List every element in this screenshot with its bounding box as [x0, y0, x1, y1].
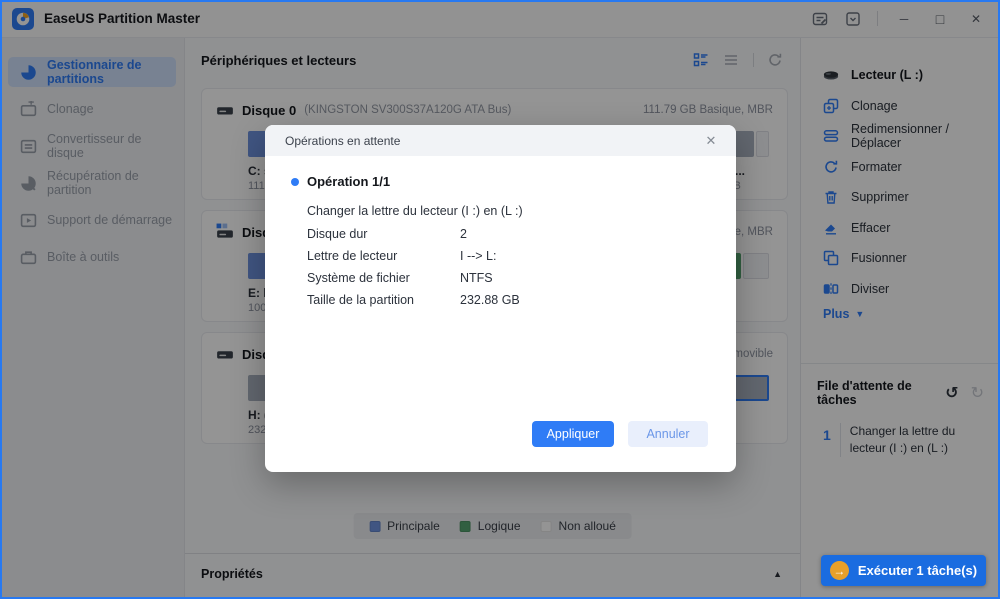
app-window: EaseUS Partition Master ─ □ ✕ [0, 0, 1000, 599]
detail-row: Disque dur 2 [307, 228, 736, 241]
operation-header: Opération 1/1 [307, 174, 736, 189]
detail-row: Lettre de lecteur I --> L: [307, 250, 736, 263]
operation-description: Changer la lettre du lecteur (I :) en (L… [307, 204, 736, 218]
execute-arrow-icon: → [830, 561, 849, 580]
apply-button[interactable]: Appliquer [532, 421, 614, 447]
pending-operations-dialog: Opérations en attente ✕ Opération 1/1 Ch… [265, 125, 736, 472]
dialog-titlebar: Opérations en attente ✕ [265, 125, 736, 156]
bullet-dot-icon [291, 178, 299, 186]
operation-details: Disque dur 2 Lettre de lecteur I --> L: … [307, 228, 736, 307]
detail-row: Système de fichier NTFS [307, 272, 736, 285]
detail-row: Taille de la partition 232.88 GB [307, 294, 736, 307]
dialog-close-icon[interactable]: ✕ [702, 133, 720, 149]
dialog-title: Opérations en attente [285, 134, 400, 148]
operation-title: Opération 1/1 [307, 174, 390, 189]
execute-tasks-button[interactable]: → Exécuter 1 tâche(s) [821, 555, 986, 586]
cancel-button[interactable]: Annuler [628, 421, 708, 447]
